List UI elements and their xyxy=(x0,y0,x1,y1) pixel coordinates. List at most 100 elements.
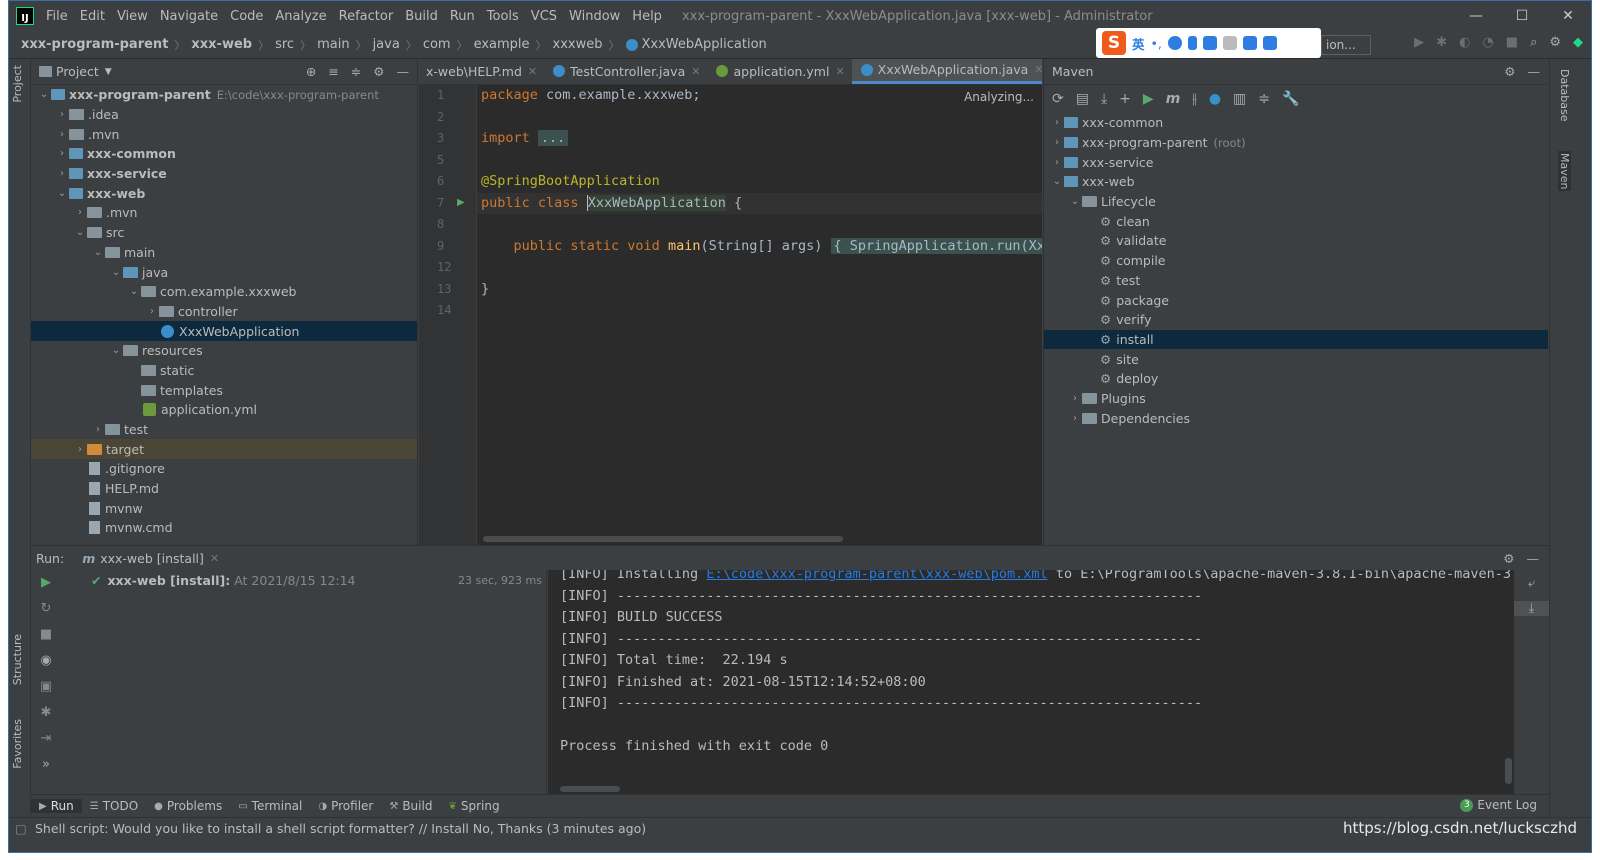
breadcrumb-item[interactable]: src xyxy=(275,37,294,52)
download-icon[interactable]: ⤓ xyxy=(1101,91,1107,107)
status-message[interactable]: Shell script: Would you like to install … xyxy=(35,821,646,836)
profile-icon[interactable]: ◔ xyxy=(1482,35,1493,50)
tree-item[interactable]: ⌄ xxx-web xyxy=(1044,172,1548,192)
chevron-down-icon[interactable]: ⌄ xyxy=(55,188,69,199)
close-icon[interactable]: ✕ xyxy=(1034,63,1042,76)
tree-item[interactable]: ⚙ site xyxy=(1044,349,1548,369)
toggle-tool-windows-icon[interactable]: ▢ xyxy=(15,821,27,836)
tree-item[interactable]: XxxWebApplication xyxy=(31,321,417,341)
expand-all-icon[interactable]: ≡ xyxy=(328,64,338,79)
tree-item[interactable]: ⚙ install xyxy=(1044,329,1548,350)
tree-item[interactable]: ⌄ com.example.xxxweb xyxy=(31,282,417,302)
tree-item[interactable]: › Dependencies xyxy=(1044,408,1548,428)
tree-item[interactable]: ⌄ resources xyxy=(31,341,417,361)
run-gutter-icon[interactable]: ▶ xyxy=(457,197,465,208)
console-v-scrollbar[interactable] xyxy=(1505,758,1512,784)
close-icon[interactable]: ✕ xyxy=(691,65,700,78)
soft-wrap-icon[interactable]: ⤶ xyxy=(1514,576,1549,591)
breadcrumb-item[interactable]: XxxWebApplication xyxy=(642,37,767,52)
ime-lang-toggle[interactable]: 英 xyxy=(1132,34,1145,53)
tool-button-spring[interactable]: ❦ Spring xyxy=(440,799,507,813)
menu-help[interactable]: Help xyxy=(626,9,668,24)
chevron-down-icon[interactable]: ⌄ xyxy=(127,286,141,297)
tree-item[interactable]: ⌄ java xyxy=(31,262,417,282)
tree-item[interactable]: ⚙ verify xyxy=(1044,310,1548,330)
hide-icon[interactable]: — xyxy=(397,64,410,79)
chevron-right-icon[interactable]: › xyxy=(1050,157,1064,168)
tree-item[interactable]: › xxx-program-parent (root) xyxy=(1044,133,1548,153)
keyboard-icon[interactable] xyxy=(1202,36,1217,50)
maven-settings-icon[interactable]: 🔧 xyxy=(1282,91,1299,107)
menu-refactor[interactable]: Refactor xyxy=(333,9,400,24)
sogou-logo-icon[interactable]: S xyxy=(1102,31,1126,55)
user-icon[interactable] xyxy=(1222,36,1237,50)
tree-item[interactable]: ⚙ clean xyxy=(1044,211,1548,231)
rerun-failed-icon[interactable]: ↻ xyxy=(41,601,52,616)
console-output[interactable]: [INFO] Installing E:\code\xxx-program-pa… xyxy=(548,570,1514,794)
chevron-right-icon[interactable]: › xyxy=(91,424,105,435)
tree-item[interactable]: application.yml xyxy=(31,400,417,420)
chevron-right-icon[interactable]: › xyxy=(1050,137,1064,148)
menu-file[interactable]: File xyxy=(40,9,74,24)
collapse-all-icon[interactable]: ≑ xyxy=(1258,91,1270,107)
tree-item[interactable]: ⌄ Lifecycle xyxy=(1044,192,1548,212)
locate-icon[interactable]: ⊕ xyxy=(306,64,316,79)
minimize-button[interactable]: — xyxy=(1453,8,1499,24)
chevron-right-icon[interactable]: › xyxy=(1050,117,1064,128)
tree-item[interactable]: HELP.md xyxy=(31,479,417,499)
coverage-icon[interactable]: ◐ xyxy=(1459,35,1470,50)
toggle-offline-icon[interactable]: ⫲ xyxy=(1192,91,1197,107)
tool-button-profiler[interactable]: ◑ Profiler xyxy=(310,799,381,813)
tree-item[interactable]: mvnw.cmd xyxy=(31,518,417,538)
breadcrumb-item[interactable]: xxx-web xyxy=(191,37,252,52)
hide-icon[interactable]: — xyxy=(1527,551,1540,566)
debug-icon[interactable]: ✱ xyxy=(1436,35,1447,50)
tree-item[interactable]: › controller xyxy=(31,302,417,322)
project-side-tab[interactable]: Project xyxy=(11,65,24,103)
tree-item[interactable]: › .mvn xyxy=(31,124,417,144)
chevron-right-icon[interactable]: › xyxy=(55,168,69,179)
tool-button-run[interactable]: ▶ Run xyxy=(31,799,82,813)
maven-side-tab[interactable]: Maven xyxy=(1558,151,1571,192)
hide-icon[interactable]: — xyxy=(1528,64,1541,79)
editor-tab[interactable]: TestController.java ✕ xyxy=(544,59,707,84)
console-h-scrollbar[interactable] xyxy=(560,786,620,792)
tree-item[interactable]: mvnw xyxy=(31,498,417,518)
editor-tab[interactable]: application.yml ✕ xyxy=(707,59,851,84)
chevron-down-icon[interactable]: ⌄ xyxy=(1068,196,1082,207)
tree-item[interactable]: ⌄ xxx-program-parent E:\code\xxx-program-p… xyxy=(31,85,417,105)
gear-icon[interactable]: ⚙ xyxy=(373,64,384,79)
skip-tests-icon[interactable]: ● xyxy=(1209,91,1221,107)
chevron-right-icon[interactable]: › xyxy=(1068,393,1082,404)
tool-button-problems[interactable]: ● Problems xyxy=(146,799,230,813)
emoji-icon[interactable] xyxy=(1167,36,1182,50)
stop-icon[interactable]: ■ xyxy=(1506,35,1518,50)
close-button[interactable]: ✕ xyxy=(1545,8,1591,24)
menu-edit[interactable]: Edit xyxy=(74,9,111,24)
chevron-down-icon[interactable]: ⌄ xyxy=(73,227,87,238)
more-icon[interactable]: » xyxy=(42,757,50,772)
breadcrumb-item[interactable]: com xyxy=(423,37,451,52)
close-icon[interactable]: ✕ xyxy=(210,552,219,565)
generate-sources-icon[interactable]: ▤ xyxy=(1076,91,1089,107)
execute-goal-icon[interactable]: m xyxy=(1166,91,1181,107)
eye-icon[interactable]: ◉ xyxy=(40,653,51,668)
tree-item[interactable]: › .idea xyxy=(31,105,417,125)
favorites-side-tab[interactable]: Favorites xyxy=(11,719,24,769)
tree-item[interactable]: ⌄ main xyxy=(31,243,417,263)
database-side-tab[interactable]: Database xyxy=(1558,69,1571,122)
chevron-right-icon[interactable]: › xyxy=(145,306,159,317)
tree-item[interactable]: ⚙ package xyxy=(1044,290,1548,310)
menu-vcs[interactable]: VCS xyxy=(525,9,563,24)
menu-code[interactable]: Code xyxy=(224,9,269,24)
close-icon[interactable]: ✕ xyxy=(528,65,537,78)
tree-item[interactable]: › test xyxy=(31,420,417,440)
run-maven-build-icon[interactable]: ▶ xyxy=(1143,91,1154,107)
close-icon[interactable]: ✕ xyxy=(835,65,844,78)
tree-item[interactable]: static xyxy=(31,361,417,381)
tree-item[interactable]: ⚙ deploy xyxy=(1044,369,1548,389)
chevron-down-icon[interactable]: ▼ xyxy=(105,67,112,77)
menu-window[interactable]: Window xyxy=(563,9,626,24)
collapse-all-icon[interactable]: ≑ xyxy=(351,64,361,79)
run-entry[interactable]: ✔ xxx-web [install]: At 2021/8/15 12:14 … xyxy=(61,570,546,590)
